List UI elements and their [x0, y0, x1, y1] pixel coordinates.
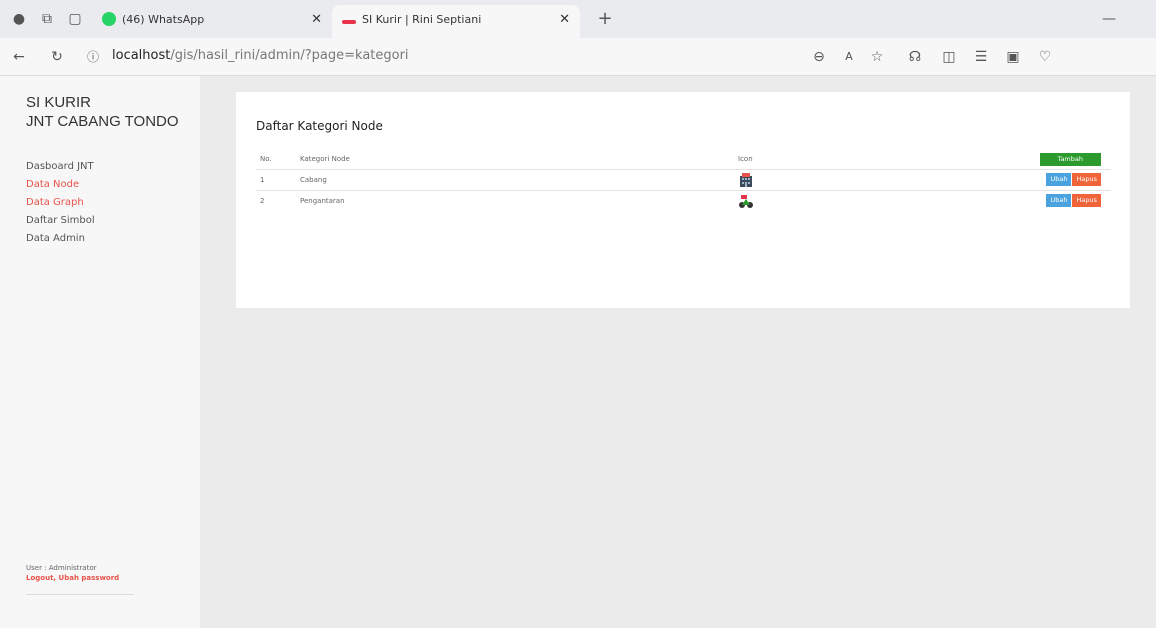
site-info-icon[interactable]: ⓘ: [84, 48, 102, 66]
table-row: 2 Pengantaran Ubah Hapus: [256, 189, 1111, 211]
logout-link[interactable]: Logout: [26, 574, 53, 582]
column-header-icon: Icon: [734, 150, 1029, 170]
sidebar-item-data-graph[interactable]: Data Graph: [26, 194, 95, 212]
courier-scooter-icon: [739, 194, 753, 208]
workspaces-icon[interactable]: ⧉: [38, 10, 56, 28]
browser-essentials-icon[interactable]: ♡: [1036, 48, 1054, 66]
close-tab-icon[interactable]: ✕: [311, 5, 322, 35]
minimize-icon[interactable]: —: [1100, 10, 1118, 28]
sidebar-item-dasboard[interactable]: Dasboard JNT: [26, 158, 95, 176]
column-header-kategori: Kategori Node: [296, 150, 734, 170]
building-icon: [740, 172, 752, 187]
extensions-icon[interactable]: ☊: [906, 48, 924, 66]
brand-title: SI KURIR JNT CABANG TONDO: [26, 94, 179, 130]
column-header-no: No.: [256, 150, 296, 170]
user-info: User : Administrator Logout, Ubah passwo…: [26, 563, 134, 595]
browser-tab-bar: ● ⧉ ▢ (46) WhatsApp ✕ SI Kurir | Rini Se…: [0, 0, 1156, 38]
sidebar-item-data-admin[interactable]: Data Admin: [26, 230, 95, 248]
sidebar-menu: Dasboard JNT Data Node Data Graph Daftar…: [26, 158, 95, 248]
profile-icon[interactable]: ●: [10, 10, 28, 28]
back-icon[interactable]: ←: [10, 48, 28, 66]
delete-button[interactable]: Hapus: [1072, 173, 1101, 186]
new-tab-icon[interactable]: +: [596, 10, 614, 28]
collections-icon[interactable]: ▣: [1004, 48, 1022, 66]
divider: [26, 594, 134, 595]
whatsapp-icon: [102, 12, 116, 26]
table-row: 1 Cabang Ubah Hapus: [256, 168, 1111, 190]
sidebar: SI KURIR JNT CABANG TONDO Dasboard JNT D…: [0, 76, 200, 628]
tab-whatsapp[interactable]: (46) WhatsApp ✕: [92, 5, 332, 38]
add-button[interactable]: Tambah: [1039, 152, 1101, 166]
address-bar: ← ↻ ⓘ localhost/gis/hasil_rini/admin/?pa…: [0, 38, 1156, 76]
edit-button[interactable]: Ubah: [1046, 194, 1072, 208]
category-table: No. Kategori Node Icon Tambah 1 Cabang U…: [256, 150, 1111, 211]
page-title: Daftar Kategori Node: [256, 119, 383, 133]
table-header-row: No. Kategori Node Icon Tambah: [256, 150, 1111, 170]
category-panel: Daftar Kategori Node No. Kategori Node I…: [236, 92, 1130, 308]
zoom-icon[interactable]: ⊖: [810, 48, 828, 66]
close-tab-icon[interactable]: ✕: [559, 5, 570, 35]
favorite-star-icon[interactable]: ☆: [868, 48, 886, 66]
tab-actions-icon[interactable]: ▢: [66, 10, 84, 28]
edit-button[interactable]: Ubah: [1046, 173, 1072, 186]
read-aloud-icon[interactable]: A: [840, 48, 858, 66]
sidebar-item-data-node[interactable]: Data Node: [26, 176, 95, 194]
sidebar-item-daftar-simbol[interactable]: Daftar Simbol: [26, 212, 95, 230]
delete-button[interactable]: Hapus: [1072, 194, 1101, 208]
tab-si-kurir[interactable]: SI Kurir | Rini Septiani ✕: [332, 5, 580, 38]
change-password-link[interactable]: Ubah password: [59, 574, 120, 582]
split-screen-icon[interactable]: ◫: [940, 48, 958, 66]
url-field[interactable]: localhost/gis/hasil_rini/admin/?page=kat…: [112, 47, 409, 65]
refresh-icon[interactable]: ↻: [48, 48, 66, 66]
favorites-list-icon[interactable]: ☰: [972, 48, 990, 66]
main-content: Daftar Kategori Node No. Kategori Node I…: [200, 76, 1156, 628]
site-favicon-icon: [342, 20, 356, 24]
